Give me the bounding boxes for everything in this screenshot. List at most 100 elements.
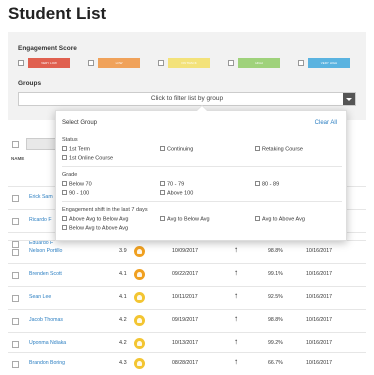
column-header-name[interactable]: NAME xyxy=(11,156,24,161)
option-checkbox[interactable] xyxy=(62,181,67,186)
chevron-down-icon[interactable] xyxy=(343,93,355,105)
table-row: Jacob Thomas 4.2 09/19/2017 ↑ 98.8% 10/1… xyxy=(8,309,366,332)
section-divider xyxy=(62,166,342,167)
row-checkbox[interactable] xyxy=(12,195,19,202)
student-name-link[interactable]: Brenden Scott xyxy=(29,271,62,277)
row-checkbox[interactable] xyxy=(12,249,19,256)
option-checkbox[interactable] xyxy=(160,216,165,221)
option-checkbox[interactable] xyxy=(160,146,165,151)
engagement-swatch: high xyxy=(238,58,280,68)
shift-option-avg-to-above[interactable]: Avg to Above Avg xyxy=(255,216,305,223)
updated-date: 10/16/2017 xyxy=(306,360,332,366)
option-label: Above 100 xyxy=(167,190,194,197)
bulk-action-button[interactable] xyxy=(26,138,56,150)
group-select-popover: Select Group Clear All Status 1st Term C… xyxy=(55,105,347,241)
row-checkbox[interactable] xyxy=(12,341,19,348)
table-row: Nelson Portillo 3.9 10/09/2017 ↑ 98.8% 1… xyxy=(8,240,366,263)
option-label: Retaking Course xyxy=(262,146,303,153)
row-checkbox[interactable] xyxy=(12,295,19,302)
engagement-score: 4.2 xyxy=(119,317,127,323)
engagement-swatch: very low xyxy=(28,58,70,68)
option-checkbox[interactable] xyxy=(160,181,165,186)
table-row: Brandon Boring 4.3 08/28/2017 ↑ 66.7% 10… xyxy=(8,352,366,375)
option-checkbox[interactable] xyxy=(62,190,67,195)
grade-section-label: Grade xyxy=(62,172,78,178)
engagement-status-icon xyxy=(134,315,145,326)
grade-option-below-70[interactable]: Below 70 xyxy=(62,181,92,188)
engagement-status-icon xyxy=(134,358,145,369)
student-name-link[interactable]: Ricardo F xyxy=(29,217,52,223)
option-label: Continuing xyxy=(167,146,194,153)
engagement-checkbox[interactable] xyxy=(228,60,234,66)
student-name-link[interactable]: Sean Lee xyxy=(29,294,51,300)
option-checkbox[interactable] xyxy=(255,146,260,151)
option-checkbox[interactable] xyxy=(62,216,67,221)
engagement-checkbox[interactable] xyxy=(298,60,304,66)
status-option-continuing[interactable]: Continuing xyxy=(160,146,193,153)
engagement-status-icon xyxy=(134,292,145,303)
option-label: 90 - 100 xyxy=(69,190,90,197)
filter-panel: Engagement Score very low low on track h… xyxy=(8,32,366,120)
option-checkbox[interactable] xyxy=(255,181,260,186)
grade-option-80-89[interactable]: 80 - 89 xyxy=(255,181,279,188)
last-activity-date: 10/11/2017 xyxy=(172,294,198,300)
grade-option-90-100[interactable]: 90 - 100 xyxy=(62,190,89,197)
engagement-score: 4.3 xyxy=(119,360,127,366)
clear-all-link[interactable]: Clear All xyxy=(315,120,337,126)
arrow-up-icon: ↑ xyxy=(234,268,238,277)
student-name-link[interactable]: Brandon Boring xyxy=(29,360,65,366)
updated-date: 10/16/2017 xyxy=(306,340,332,346)
option-checkbox[interactable] xyxy=(62,155,67,160)
option-checkbox[interactable] xyxy=(160,190,165,195)
grade-option-70-79[interactable]: 70 - 79 xyxy=(160,181,184,188)
grade-percent: 99.1% xyxy=(268,271,283,277)
shift-option-avg-to-below[interactable]: Avg to Below Avg xyxy=(160,216,210,223)
arrow-up-icon: ↑ xyxy=(234,291,238,300)
popover-title: Select Group xyxy=(62,120,98,126)
engagement-swatch: on track xyxy=(168,58,210,68)
group-filter-placeholder: Click to filter list by group xyxy=(150,95,224,102)
student-name-link[interactable]: Jacob Thomas xyxy=(29,317,63,323)
engagement-score: 4.2 xyxy=(119,340,127,346)
row-checkbox[interactable] xyxy=(12,318,19,325)
updated-date: 10/16/2017 xyxy=(306,317,332,323)
last-activity-date: 08/28/2017 xyxy=(172,360,198,366)
shift-option-below-to-above[interactable]: Below Avg to Above Avg xyxy=(62,225,128,232)
status-option-1st-term[interactable]: 1st Term xyxy=(62,146,90,153)
last-activity-date: 10/13/2017 xyxy=(172,340,198,346)
student-name-link[interactable]: Erick Sam xyxy=(29,194,53,200)
row-checkbox[interactable] xyxy=(12,361,19,368)
option-label: 70 - 79 xyxy=(167,181,185,188)
status-option-retaking-course[interactable]: Retaking Course xyxy=(255,146,303,153)
row-checkbox[interactable] xyxy=(12,272,19,279)
select-all-checkbox[interactable] xyxy=(12,141,19,148)
engagement-status-icon xyxy=(134,269,145,280)
student-name-link[interactable]: Nelson Portillo xyxy=(29,248,62,254)
arrow-up-icon: ↑ xyxy=(234,337,238,346)
option-checkbox[interactable] xyxy=(255,216,260,221)
grade-option-above-100[interactable]: Above 100 xyxy=(160,190,193,197)
updated-date: 10/16/2017 xyxy=(306,271,332,277)
group-filter-select[interactable]: Click to filter list by group xyxy=(18,92,356,106)
engagement-status-icon xyxy=(134,338,145,349)
status-option-1st-online-course[interactable]: 1st Online Course xyxy=(62,155,113,162)
arrow-up-icon: ↑ xyxy=(234,314,238,323)
grade-percent: 92.5% xyxy=(268,294,283,300)
row-checkbox[interactable] xyxy=(12,218,19,225)
option-checkbox[interactable] xyxy=(62,225,67,230)
grade-percent: 66.7% xyxy=(268,360,283,366)
arrow-up-icon: ↑ xyxy=(234,245,238,254)
engagement-checkbox[interactable] xyxy=(18,60,24,66)
student-name-link[interactable]: Uponma Ndiaka xyxy=(29,340,66,346)
engagement-checkbox[interactable] xyxy=(158,60,164,66)
updated-date: 10/16/2017 xyxy=(306,248,332,254)
option-checkbox[interactable] xyxy=(62,146,67,151)
last-activity-date: 09/19/2017 xyxy=(172,317,198,323)
engagement-checkbox[interactable] xyxy=(88,60,94,66)
table-row: Brenden Scott 4.1 09/22/2017 ↑ 99.1% 10/… xyxy=(8,263,366,286)
engagement-status-icon xyxy=(134,246,145,257)
option-label: Below Avg to Above Avg xyxy=(69,225,129,232)
engagement-swatch: low xyxy=(98,58,140,68)
engagement-score: 4.1 xyxy=(119,271,127,277)
shift-option-above-to-below[interactable]: Above Avg to Below Avg xyxy=(62,216,128,223)
